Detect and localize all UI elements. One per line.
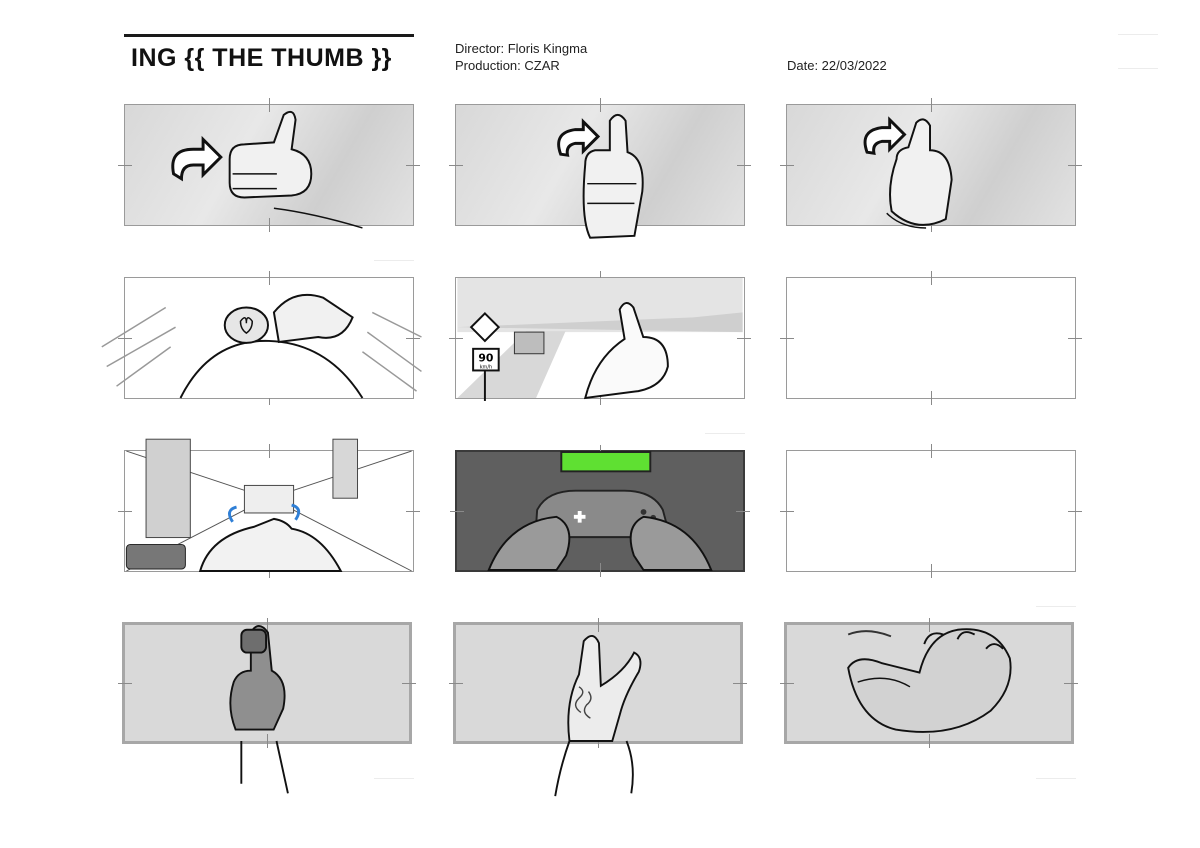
storyboard-title: ING {{ THE THUMB }} [131, 44, 392, 72]
margin-guide [705, 433, 745, 434]
storyboard-panel-12 [780, 618, 1078, 748]
storyboard-panel-5: 90 km/h [449, 271, 751, 405]
margin-guide [1118, 34, 1158, 35]
storyboard-panel-7 [118, 438, 420, 578]
storyboard-panel-10 [118, 618, 416, 794]
thumb-wrestling-corridor-sketch [125, 438, 412, 572]
storyboard-panel-8 [450, 445, 750, 577]
speed-sign-unit: km/h [480, 364, 492, 370]
storyboard-panel-2 [449, 98, 751, 239]
thumbs-up-sketch [171, 110, 363, 229]
margin-guide [374, 260, 414, 261]
bandaged-thumb-sketch [229, 625, 289, 794]
storyboard-panel-9 [780, 444, 1082, 578]
margin-guide [374, 778, 414, 779]
tattooed-hand-sketch [554, 634, 642, 797]
margin-guide [1118, 68, 1158, 69]
production-label: Production: CZAR [455, 58, 560, 73]
thumbs-up-fist-sketch [557, 113, 644, 239]
tucked-thumb-fist-sketch [847, 628, 1012, 733]
margin-guide [1036, 606, 1076, 607]
speed-sign-value: 90 [478, 352, 493, 365]
roadside-hitchhike-sketch: 90 km/h [457, 278, 743, 401]
date-label: Date: 22/03/2022 [787, 58, 887, 73]
storyboard-panel-3 [780, 98, 1082, 232]
thumbs-up-back-sketch [863, 116, 953, 229]
steering-wheel-sketch [101, 293, 422, 399]
margin-guide [1036, 778, 1076, 779]
storyboard-panel-4 [101, 271, 422, 405]
storyboard-panel-11 [449, 618, 747, 797]
title-rule [124, 34, 414, 37]
director-label: Director: Floris Kingma [455, 41, 588, 56]
storyboard-panel-1 [118, 98, 420, 232]
game-controller-sketch [487, 451, 713, 571]
storyboard-panel-6 [780, 271, 1082, 405]
